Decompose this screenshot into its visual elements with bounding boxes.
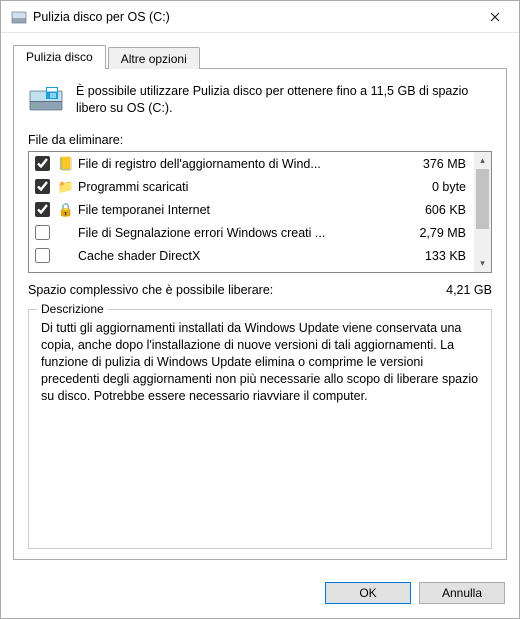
close-button[interactable] [473,2,517,32]
file-name: File temporanei Internet [78,203,403,217]
file-size: 2,79 MB [403,226,468,240]
drive-cleanup-icon [11,9,27,25]
file-row[interactable]: 🔒 File temporanei Internet606 KB [29,198,474,221]
file-row[interactable]: Cache shader DirectX133 KB [29,244,474,267]
file-type-icon: 📒 [58,156,74,172]
drive-icon [28,85,64,121]
file-type-icon [58,248,74,264]
dialog-content: Pulizia disco Altre opzioni È possibile … [1,33,519,572]
file-size: 0 byte [403,180,468,194]
file-name: Programmi scaricati [78,180,403,194]
file-checkbox[interactable] [35,248,50,263]
file-name: File di registro dell'aggiornamento di W… [78,157,403,171]
intro-row: È possibile utilizzare Pulizia disco per… [28,83,492,121]
file-row[interactable]: File di Segnalazione errori Windows crea… [29,221,474,244]
description-heading: Descrizione [37,302,108,316]
intro-text: È possibile utilizzare Pulizia disco per… [76,83,492,121]
window-title: Pulizia disco per OS (C:) [33,10,473,24]
file-checkbox[interactable] [35,179,50,194]
button-bar: OK Annulla [1,572,519,618]
cancel-button[interactable]: Annulla [419,582,505,604]
file-checkbox[interactable] [35,156,50,171]
description-group: Descrizione Di tutti gli aggiornamenti i… [28,309,492,549]
file-type-icon [58,225,74,241]
file-size: 133 KB [403,249,468,263]
file-type-icon: 🔒 [58,202,74,218]
scrollbar[interactable]: ▴ ▾ [474,152,491,272]
tab-other-options[interactable]: Altre opzioni [108,47,200,69]
file-type-icon: 📁 [58,179,74,195]
total-label: Spazio complessivo che è possibile liber… [28,283,446,297]
file-name: File di Segnalazione errori Windows crea… [78,226,403,240]
file-row[interactable]: 📁 Programmi scaricati0 byte [29,175,474,198]
scroll-up-icon[interactable]: ▴ [474,152,491,169]
total-value: 4,21 GB [446,283,492,297]
file-size: 376 MB [403,157,468,171]
files-label: File da eliminare: [28,133,492,147]
tab-main[interactable]: Pulizia disco [13,45,106,69]
file-size: 606 KB [403,203,468,217]
tab-panel-main: È possibile utilizzare Pulizia disco per… [13,68,507,560]
scroll-thumb[interactable] [476,169,489,229]
file-list: 📒 File di registro dell'aggiornamento di … [28,151,492,273]
scroll-down-icon[interactable]: ▾ [474,255,491,272]
total-row: Spazio complessivo che è possibile liber… [28,283,492,297]
file-name: Cache shader DirectX [78,249,403,263]
file-checkbox[interactable] [35,202,50,217]
description-text: Di tutti gli aggiornamenti installati da… [41,320,479,404]
title-bar: Pulizia disco per OS (C:) [1,1,519,33]
tab-strip: Pulizia disco Altre opzioni [13,45,507,68]
file-checkbox[interactable] [35,225,50,240]
file-row[interactable]: 📒 File di registro dell'aggiornamento di … [29,152,474,175]
ok-button[interactable]: OK [325,582,411,604]
scroll-track[interactable] [474,169,491,255]
